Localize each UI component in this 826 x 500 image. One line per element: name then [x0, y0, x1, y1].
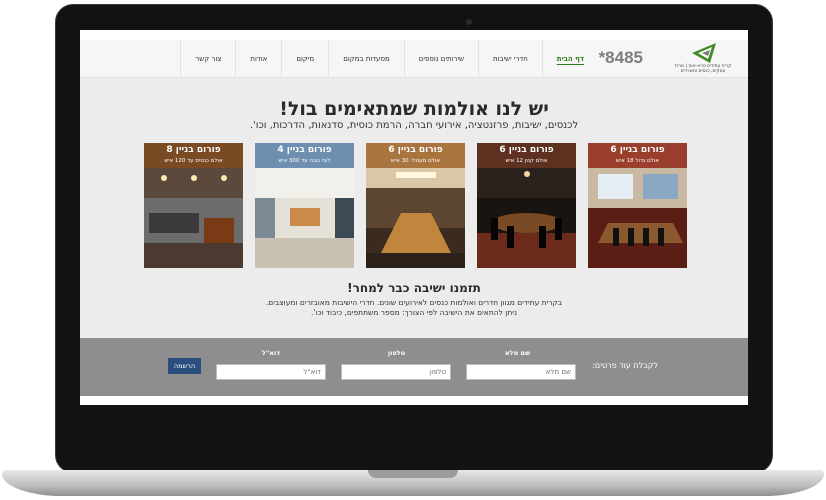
hall-card-header: פורום בניין 6 אולם גדול 18 איש: [588, 143, 687, 168]
hall-card-header: פורום בניין 6 אולם קטן 12 איש: [477, 143, 576, 168]
nav-item-home[interactable]: דף הבית: [541, 40, 598, 78]
phone-number[interactable]: *8485: [599, 48, 643, 68]
nav-item-location[interactable]: מיקום: [281, 40, 328, 78]
footer-strip: [80, 396, 748, 405]
main-nav: דף הבית חדרי ישיבות שירותים נוספים מסעדו…: [180, 40, 598, 78]
hall-photo: [255, 168, 354, 268]
cta-description: בקרית עתידים מגוון חדרים ואולמות כנסים ל…: [80, 298, 748, 318]
email-label: דוא"ל: [261, 349, 280, 357]
nav-item-contact[interactable]: צור קשר: [180, 40, 235, 78]
hall-card-caption: אולם גדול 18 איש: [616, 158, 659, 164]
hall-card-title: פורום בניין 8: [166, 145, 221, 155]
hall-card-title: פורום בניין 6: [388, 145, 443, 155]
phone-label: טלפון: [387, 349, 405, 357]
logo-triangle-icon: [692, 43, 716, 63]
name-input[interactable]: [466, 364, 576, 380]
form-lead: לקבלת עוד פרטים:: [592, 361, 658, 370]
hero-title: יש לנו אולמות שמתאימים בול!: [279, 98, 549, 120]
hall-card-title: פורום בניין 4: [277, 145, 332, 155]
hall-card-header: פורום בניין 6 אולם מעוגל: 30 איש: [366, 143, 465, 168]
phone-input[interactable]: [341, 364, 451, 380]
hall-photo: [144, 168, 243, 268]
nav-item-services[interactable]: שירותים נוספים: [403, 40, 478, 78]
site-header: קרית עתידים פרא-אוס | מרכז עסקים, כנסים …: [80, 40, 748, 78]
phone-field-group: טלפון: [341, 349, 451, 380]
hall-photo: [366, 168, 465, 268]
hall-card[interactable]: פורום בניין 6 אולם קטן 12 איש: [477, 143, 576, 268]
hall-card[interactable]: פורום בניין 4 לובי גובה עד 300 איש: [255, 143, 354, 268]
hall-photo: [588, 168, 687, 268]
hall-cards: פורום בניין 6 אולם גדול 18 איש פורום בני…: [142, 143, 687, 268]
website: קרית עתידים פרא-אוס | מרכז עסקים, כנסים …: [80, 30, 748, 405]
hall-card-caption: אולם מעוגל: 30 איש: [391, 158, 440, 164]
name-label: שם מלא: [504, 349, 530, 357]
hall-card-caption: אולם קטן 12 איש: [505, 158, 548, 164]
hall-card-title: פורום בניין 6: [610, 145, 665, 155]
email-input[interactable]: [216, 364, 326, 380]
logo[interactable]: קרית עתידים פרא-אוס | מרכז עסקים, כנסים …: [668, 42, 738, 76]
laptop-screen: קרית עתידים פרא-אוס | מרכז עסקים, כנסים …: [80, 30, 748, 448]
hall-card-title: פורום בניין 6: [499, 145, 554, 155]
name-field-group: שם מלא: [466, 349, 576, 380]
cta-line-2: ניתן להתאים את הישיבה לפי הצורך: מספר מש…: [311, 308, 517, 317]
email-field-group: דוא"ל: [216, 349, 326, 380]
hall-card-header: פורום בניין 8 אולם כנסים עד 120 איש: [144, 143, 243, 168]
hall-card-caption: אולם כנסים עד 120 איש: [164, 158, 223, 164]
laptop-frame: קרית עתידים פרא-אוס | מרכז עסקים, כנסים …: [0, 0, 826, 500]
cta-title: תזמנו ישיבה כבר למחר!: [347, 281, 481, 295]
hall-card[interactable]: פורום בניין 8 אולם כנסים עד 120 איש: [144, 143, 243, 268]
camera-icon: [466, 19, 472, 25]
cta-line-1: בקרית עתידים מגוון חדרים ואולמות כנסים ל…: [265, 298, 563, 307]
laptop-notch: [368, 470, 458, 478]
logo-text: קרית עתידים פרא-אוס | מרכז עסקים, כנסים …: [674, 64, 732, 74]
hall-card[interactable]: פורום בניין 6 אולם גדול 18 איש: [588, 143, 687, 268]
hall-card-header: פורום בניין 4 לובי גובה עד 300 איש: [255, 143, 354, 168]
submit-button[interactable]: הרשמה: [168, 358, 201, 374]
nav-item-restaurants[interactable]: מסעדות במקום: [328, 40, 404, 78]
hero-subtitle: לכנסים, ישיבות, פרזנטציה, אירועי חברה, ה…: [249, 120, 579, 131]
hero-section: יש לנו אולמות שמתאימים בול! לכנסים, ישיב…: [80, 78, 748, 338]
hall-photo: [477, 168, 576, 268]
nav-item-about[interactable]: אודות: [235, 40, 281, 78]
hall-card-caption: לובי גובה עד 300 איש: [278, 158, 331, 164]
nav-item-meeting-rooms[interactable]: חדרי ישיבות: [478, 40, 542, 78]
contact-form: לקבלת עוד פרטים: שם מלא טלפון דוא"ל הרשמ…: [80, 338, 748, 396]
hall-card[interactable]: פורום בניין 6 אולם מעוגל: 30 איש: [366, 143, 465, 268]
